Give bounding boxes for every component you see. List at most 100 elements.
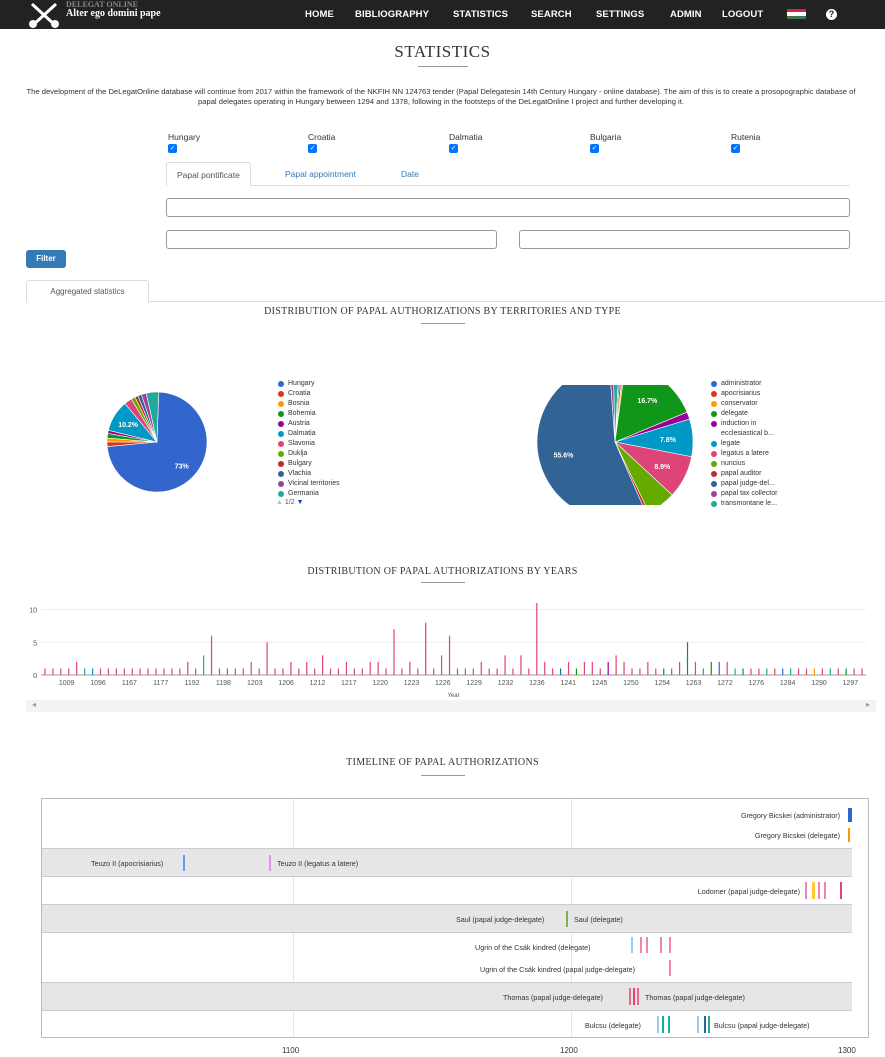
tab-aggregated-statistics[interactable]: Aggregated statistics <box>26 280 149 303</box>
year-bar[interactable] <box>837 668 839 675</box>
year-bar[interactable] <box>583 661 585 675</box>
year-bar[interactable] <box>686 642 689 675</box>
year-bar[interactable] <box>298 668 300 675</box>
timeline-bar[interactable] <box>657 1016 659 1033</box>
year-bar[interactable] <box>52 668 54 675</box>
brand[interactable]: DELEGAT ONLINE Alter ego domini pape <box>66 0 161 19</box>
year-bar[interactable] <box>829 668 831 675</box>
year-bar[interactable] <box>91 668 94 675</box>
timeline-bar[interactable] <box>824 882 826 899</box>
timeline-bar[interactable] <box>708 1016 710 1033</box>
territory-checkbox-rutenia[interactable]: ✓ <box>731 144 740 153</box>
year-bar[interactable] <box>401 668 403 675</box>
year-bar[interactable] <box>131 668 133 675</box>
legend-item[interactable]: nuncius <box>711 459 791 469</box>
tab-date[interactable]: Date <box>391 162 429 186</box>
year-bar[interactable] <box>250 661 252 675</box>
year-bar[interactable] <box>567 661 570 675</box>
nav-admin[interactable]: ADMIN <box>670 9 702 20</box>
year-bar[interactable] <box>845 668 847 675</box>
nav-logout[interactable]: LOGOUT <box>722 9 763 20</box>
year-bar[interactable] <box>99 668 102 675</box>
year-bar[interactable] <box>853 668 855 675</box>
year-bar[interactable] <box>623 661 625 675</box>
year-bar[interactable] <box>171 668 173 675</box>
year-bar[interactable] <box>314 668 316 675</box>
date-to-input[interactable] <box>519 230 850 249</box>
year-bar[interactable] <box>425 622 427 675</box>
year-bar[interactable] <box>195 668 197 675</box>
year-bar[interactable] <box>702 668 704 675</box>
timeline-bar[interactable] <box>669 960 671 976</box>
year-bar[interactable] <box>361 668 363 675</box>
timeline-bar[interactable] <box>629 988 631 1005</box>
year-bar[interactable] <box>472 668 474 675</box>
year-bar[interactable] <box>655 668 657 675</box>
year-bar[interactable] <box>694 661 697 675</box>
year-bar[interactable] <box>282 668 284 675</box>
year-bar[interactable] <box>274 668 276 675</box>
year-bar[interactable] <box>607 661 609 675</box>
legend-item[interactable]: administrator <box>711 379 791 389</box>
timeline-bar[interactable] <box>637 988 639 1005</box>
pager-next-icon[interactable]: ▼ <box>297 499 304 506</box>
nav-search[interactable]: SEARCH <box>531 9 572 20</box>
year-bar[interactable] <box>266 642 268 675</box>
legend-item[interactable]: papal auditor <box>711 469 791 479</box>
scroll-left-icon[interactable]: ◂ <box>32 700 36 709</box>
year-bar[interactable] <box>480 661 482 675</box>
year-bar[interactable] <box>631 668 633 675</box>
timeline-bar[interactable] <box>631 937 633 953</box>
year-bar[interactable] <box>774 668 776 675</box>
nav-settings[interactable]: SETTINGS <box>596 9 644 20</box>
year-bar[interactable] <box>115 668 117 675</box>
year-bar[interactable] <box>464 668 466 675</box>
year-bar[interactable] <box>504 655 506 675</box>
legend-item[interactable]: Austria <box>278 419 340 429</box>
nav-statistics[interactable]: STATISTICS <box>453 9 508 20</box>
year-bar[interactable] <box>226 668 229 675</box>
tab-papal-pontificate[interactable]: Papal pontificate <box>166 162 251 187</box>
date-from-input[interactable] <box>166 230 497 249</box>
legend-item[interactable]: Duklja <box>278 449 340 459</box>
year-bar[interactable] <box>512 668 514 675</box>
year-bar[interactable] <box>147 668 149 675</box>
year-bar[interactable] <box>599 668 601 675</box>
year-bar[interactable] <box>797 668 800 675</box>
year-bar[interactable] <box>76 661 78 675</box>
timeline-bar[interactable] <box>812 882 815 899</box>
year-bar[interactable] <box>417 668 419 675</box>
year-bar[interactable] <box>393 629 395 675</box>
year-bar[interactable] <box>805 668 808 675</box>
year-bar[interactable] <box>84 668 86 675</box>
legend-item[interactable]: Bohemia <box>278 409 340 419</box>
year-bar[interactable] <box>385 668 387 675</box>
legend-item[interactable]: papal judge-del... <box>711 479 791 489</box>
legend-item[interactable]: transmontane le... <box>711 499 791 509</box>
year-bar[interactable] <box>187 661 189 675</box>
year-bar[interactable] <box>742 668 744 675</box>
territory-checkbox-hungary[interactable]: ✓ <box>168 144 177 153</box>
legend-item[interactable]: Hungary <box>278 379 340 389</box>
year-bar[interactable] <box>750 668 752 675</box>
year-bar[interactable] <box>448 635 451 675</box>
year-bar[interactable] <box>377 661 379 675</box>
nav-home[interactable]: HOME <box>305 9 334 20</box>
year-bar[interactable] <box>258 668 260 675</box>
year-bar[interactable] <box>671 668 673 675</box>
timeline-bar[interactable] <box>704 1016 706 1033</box>
legend-item[interactable]: papal tax collector <box>711 489 791 499</box>
timeline-bar[interactable] <box>646 937 648 953</box>
year-bar[interactable] <box>155 668 157 675</box>
year-bar[interactable] <box>337 668 340 675</box>
help-icon[interactable]: ? <box>826 9 837 20</box>
year-bar[interactable] <box>663 668 665 675</box>
year-bar[interactable] <box>575 668 578 675</box>
year-bar[interactable] <box>536 603 538 675</box>
timeline-bar[interactable] <box>848 808 852 822</box>
year-bar[interactable] <box>559 668 562 675</box>
hungarian-flag-icon[interactable] <box>787 9 806 19</box>
legend-item[interactable]: Germania <box>278 489 340 499</box>
territory-checkbox-dalmatia[interactable]: ✓ <box>449 144 458 153</box>
tab-papal-appointment[interactable]: Papal appointment <box>275 162 366 186</box>
